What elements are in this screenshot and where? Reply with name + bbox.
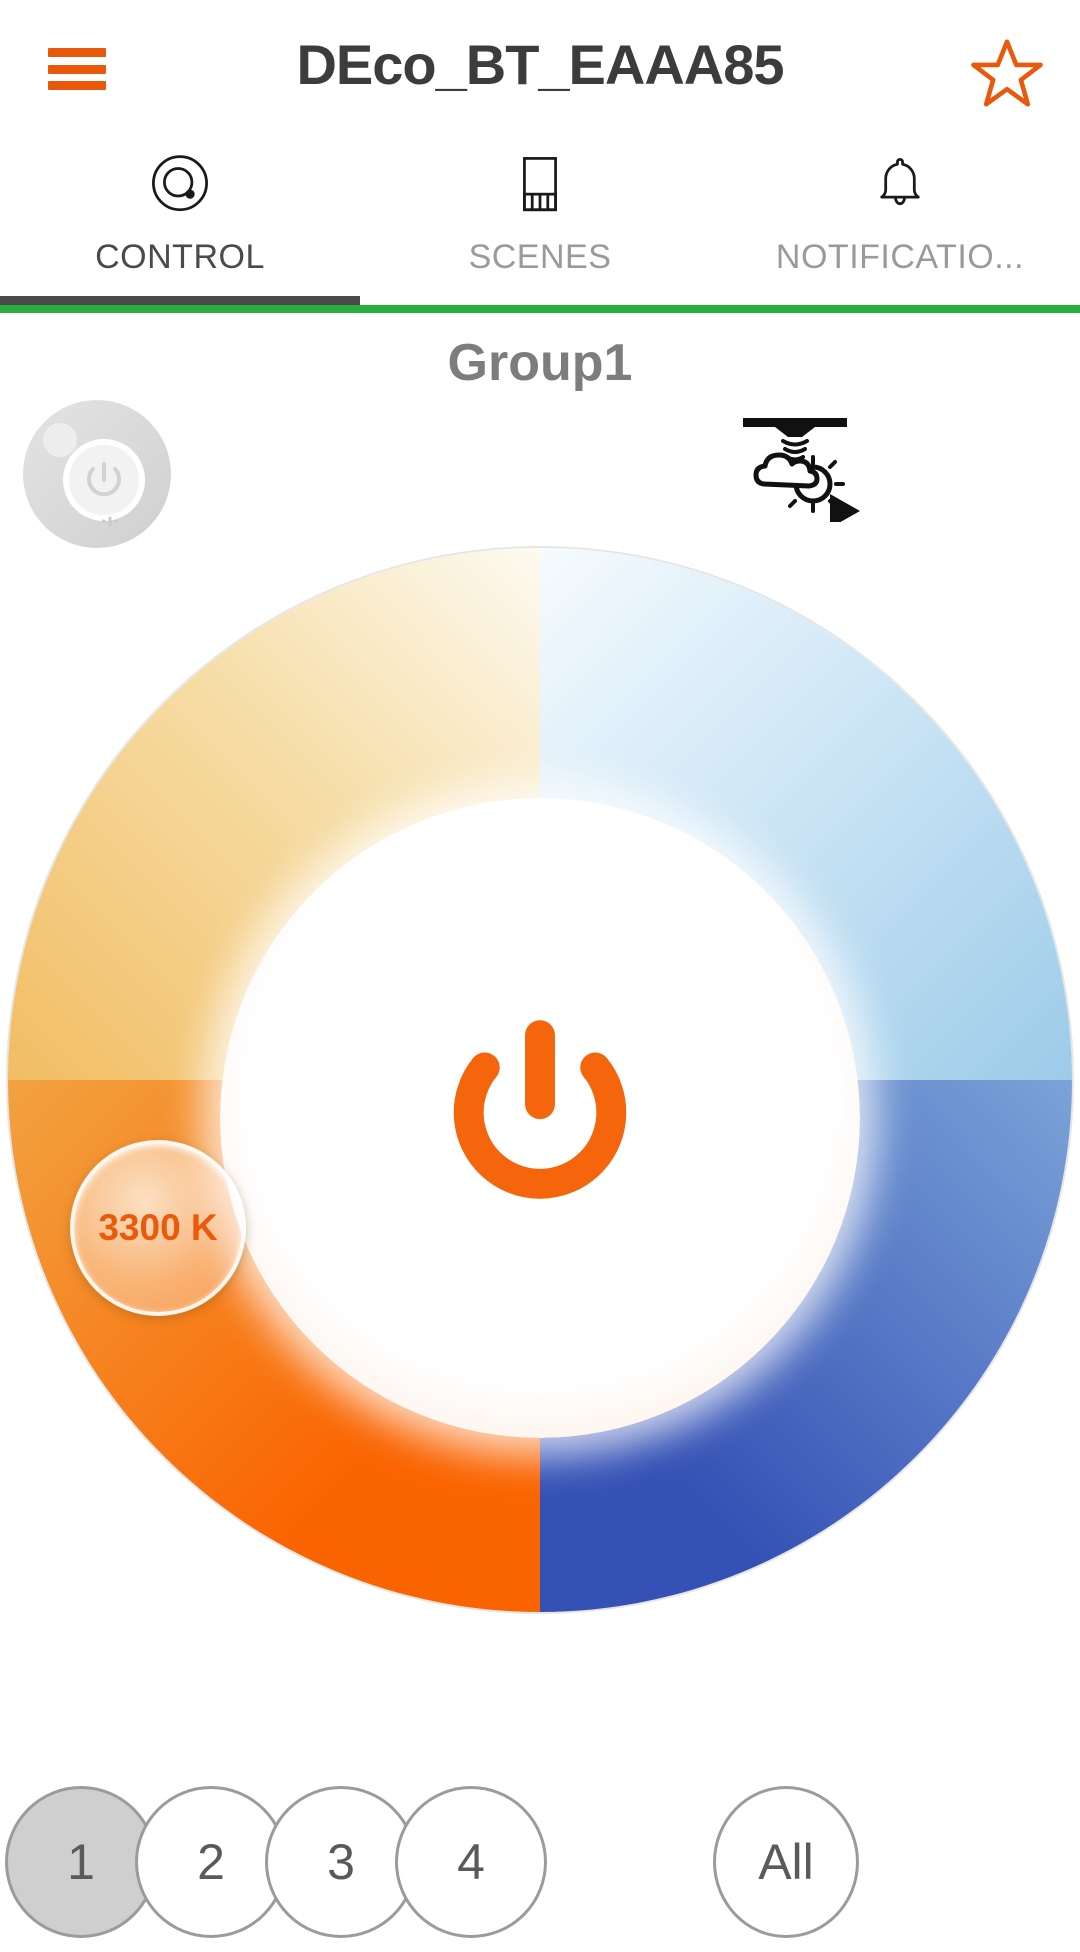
color-temperature-value: 3300 K: [98, 1207, 218, 1248]
tab-notifications[interactable]: NOTIFICATIO...: [720, 130, 1080, 308]
color-temperature-knob[interactable]: 3300 K: [70, 1140, 246, 1316]
active-tab-indicator: [0, 296, 360, 305]
group-title: Group1: [447, 334, 633, 392]
tab-bar: CONTROL SCENES NOTIFICATIO...: [0, 130, 1080, 308]
zone-button-all[interactable]: All: [713, 1786, 859, 1938]
zone-button-label: 4: [457, 1834, 485, 1890]
tab-scenes-label: SCENES: [468, 238, 612, 276]
zone-button-label: 3: [327, 1834, 355, 1890]
scene-panel-icon: [507, 152, 573, 218]
tab-control-label: CONTROL: [95, 238, 265, 276]
zone-button-4[interactable]: 4: [395, 1786, 547, 1938]
zone-button-label: 2: [197, 1834, 225, 1890]
daylight-sensor-icon[interactable]: [735, 412, 865, 528]
zone-button-label: All: [758, 1834, 814, 1890]
tab-control[interactable]: CONTROL: [0, 130, 360, 308]
thermometer-warm-icon: [348, 1248, 418, 1348]
dial-knob-icon: [147, 152, 213, 218]
zone-selector: 1 2 3 4 All: [0, 1786, 1080, 1952]
zone-button-label: 1: [67, 1834, 95, 1890]
device-power-chip-icon[interactable]: [14, 400, 180, 548]
page-title: DEco_BT_EAAA85: [296, 33, 784, 96]
tab-notifications-label: NOTIFICATIO...: [775, 238, 1025, 276]
status-divider-green: [0, 305, 1080, 313]
bell-icon: [867, 152, 933, 218]
app-header: DEco_BT_EAAA85: [0, 0, 1080, 130]
color-temperature-wheel[interactable]: 3300 K: [8, 548, 1072, 1612]
tab-scenes[interactable]: SCENES: [360, 130, 720, 308]
power-icon: [453, 1020, 627, 1199]
star-icon[interactable]: [970, 36, 1044, 110]
thermometer-cool-icon: [468, 1248, 538, 1348]
